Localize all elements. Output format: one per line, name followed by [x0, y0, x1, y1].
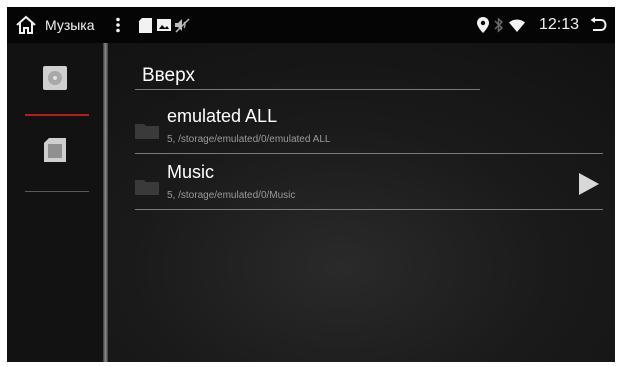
folder-icon: [135, 124, 159, 139]
sidebar-item-sd-card[interactable]: [7, 115, 103, 185]
screen: Музыка 12:13 Вверх emulated ALL 5, /stor…: [7, 7, 615, 362]
list-item[interactable]: emulated ALL 5, /storage/emulated/0/emul…: [135, 100, 603, 154]
app-title: Музыка: [45, 17, 95, 33]
list-item-name: Music: [167, 162, 215, 182]
divider: [135, 153, 603, 154]
mute-icon: [174, 7, 190, 43]
list-item-path: 5, /storage/emulated/0/emulated ALL: [167, 134, 331, 145]
navigate-up-button[interactable]: Вверх: [142, 65, 195, 87]
sidebar: [7, 43, 103, 362]
sd-card-icon: [44, 138, 66, 162]
folder-icon: [135, 180, 159, 195]
back-icon[interactable]: [589, 7, 607, 43]
image-icon: [157, 7, 171, 43]
status-bar: Музыка 12:13: [7, 7, 615, 43]
sd-card-icon: [139, 7, 152, 43]
sidebar-border: [103, 43, 108, 362]
list-item[interactable]: Music 5, /storage/emulated/0/Music: [135, 156, 603, 210]
play-icon[interactable]: [579, 173, 599, 195]
home-icon[interactable]: [15, 7, 37, 43]
sidebar-divider: [25, 191, 89, 192]
sidebar-item-disk[interactable]: [7, 43, 103, 113]
list-item-path: 5, /storage/emulated/0/Music: [167, 190, 296, 201]
wifi-icon: [509, 7, 525, 43]
divider: [135, 89, 480, 90]
divider: [135, 209, 603, 210]
more-vert-icon[interactable]: [115, 7, 121, 43]
location-icon: [477, 7, 489, 43]
clock: 12:13: [539, 16, 580, 33]
bluetooth-icon: [494, 7, 504, 43]
list-item-name: emulated ALL: [167, 106, 278, 126]
disk-icon: [43, 66, 67, 90]
main-area: Вверх emulated ALL 5, /storage/emulated/…: [7, 43, 615, 362]
